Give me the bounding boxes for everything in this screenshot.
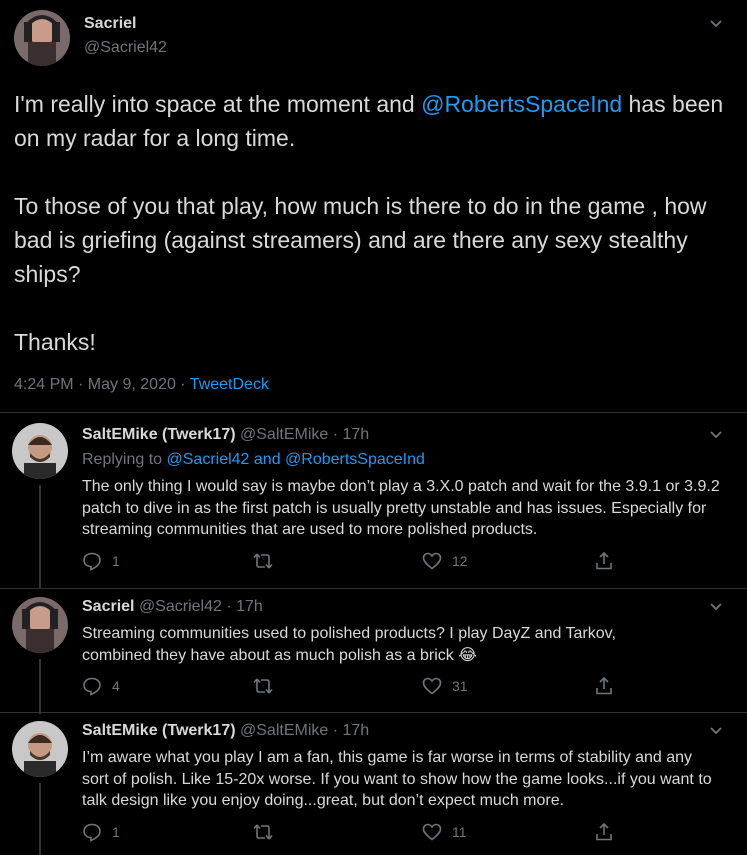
reply-icon — [82, 551, 102, 571]
share-icon — [594, 676, 614, 696]
like-count: 31 — [452, 678, 468, 694]
replying-to: Replying to @Sacriel42 and @RobertsSpace… — [82, 451, 425, 469]
chevron-down-icon[interactable] — [709, 600, 723, 614]
chevron-down-icon[interactable] — [709, 17, 723, 31]
thread-line — [39, 659, 41, 714]
retweet-icon — [252, 551, 274, 571]
reply-header: SaltEMike (Twerk17) @SaltEMike · 17h — [82, 426, 369, 444]
divider — [0, 712, 747, 713]
replying-to-links[interactable]: @Sacriel42 and @RobertsSpaceInd — [167, 451, 425, 468]
share-icon — [594, 551, 614, 571]
share-button[interactable] — [594, 822, 614, 842]
reply-handle[interactable]: @SaltEMike — [240, 722, 328, 739]
like-icon — [422, 551, 442, 571]
like-count: 12 — [452, 553, 468, 569]
reply-button[interactable]: 1 — [82, 822, 120, 842]
retweet-button[interactable] — [252, 822, 274, 842]
like-icon — [422, 822, 442, 842]
divider — [0, 412, 747, 413]
replying-to-prefix: Replying to — [82, 451, 167, 468]
reply-handle[interactable]: @Sacriel42 — [139, 598, 222, 615]
reply-time[interactable]: · 17h — [328, 426, 369, 443]
like-count: 11 — [452, 824, 467, 840]
retweet-icon — [252, 822, 274, 842]
reply-count: 1 — [112, 824, 120, 840]
reply-time[interactable]: · 17h — [222, 598, 262, 615]
author-display-name[interactable]: Sacriel — [84, 15, 136, 33]
chevron-down-icon[interactable] — [709, 428, 723, 442]
divider — [0, 588, 747, 589]
reply-time[interactable]: · 17h — [328, 722, 369, 739]
reply-handle[interactable]: @SaltEMike — [240, 426, 328, 443]
reply-avatar[interactable] — [12, 721, 68, 777]
source-link[interactable]: TweetDeck — [190, 376, 269, 393]
reply-icon — [82, 676, 102, 696]
reply-avatar[interactable] — [12, 597, 68, 653]
reply-header: SaltEMike (Twerk17) @SaltEMike · 17h — [82, 722, 369, 740]
chevron-down-icon[interactable] — [709, 724, 723, 738]
tweet-paragraph-3: Thanks! — [14, 329, 96, 355]
reply-display-name[interactable]: Sacriel — [82, 598, 134, 615]
share-button[interactable] — [594, 676, 614, 696]
reply-text: The only thing I would say is maybe don’… — [82, 478, 720, 538]
like-icon — [422, 676, 442, 696]
tweet-text: I'm really into space at the moment and … — [14, 87, 729, 359]
tweet-meta: 4:24 PM · May 9, 2020 · TweetDeck — [14, 376, 269, 394]
reply-count: 4 — [112, 678, 120, 694]
tweet-text-part1: I'm really into space at the moment and — [14, 91, 422, 117]
share-icon — [594, 822, 614, 842]
reply-button[interactable]: 4 — [82, 676, 120, 696]
reply-button[interactable]: 1 — [82, 551, 120, 571]
reply-text: Streaming communities used to polished p… — [82, 625, 616, 664]
reply-icon — [82, 822, 102, 842]
author-avatar[interactable] — [14, 10, 70, 66]
retweet-icon — [252, 676, 274, 696]
mention-link[interactable]: @RobertsSpaceInd — [421, 91, 622, 117]
author-handle[interactable]: @Sacriel42 — [84, 39, 167, 57]
reply-display-name[interactable]: SaltEMike (Twerk17) — [82, 722, 236, 739]
reply-avatar[interactable] — [12, 423, 68, 479]
retweet-button[interactable] — [252, 676, 274, 696]
reply-text: I’m aware what you play I am a fan, this… — [82, 749, 712, 809]
reply-display-name[interactable]: SaltEMike (Twerk17) — [82, 426, 236, 443]
reply-count: 1 — [112, 553, 120, 569]
like-button[interactable]: 12 — [422, 551, 468, 571]
share-button[interactable] — [594, 551, 614, 571]
thread-line — [39, 485, 41, 588]
timestamp[interactable]: 4:24 PM · May 9, 2020 · — [14, 376, 190, 393]
tweet-paragraph-2: To those of you that play, how much is t… — [14, 193, 707, 287]
retweet-button[interactable] — [252, 551, 274, 571]
reply-header: Sacriel @Sacriel42 · 17h — [82, 598, 263, 616]
like-button[interactable]: 31 — [422, 676, 468, 696]
thread-line — [39, 783, 41, 855]
like-button[interactable]: 11 — [422, 822, 467, 842]
